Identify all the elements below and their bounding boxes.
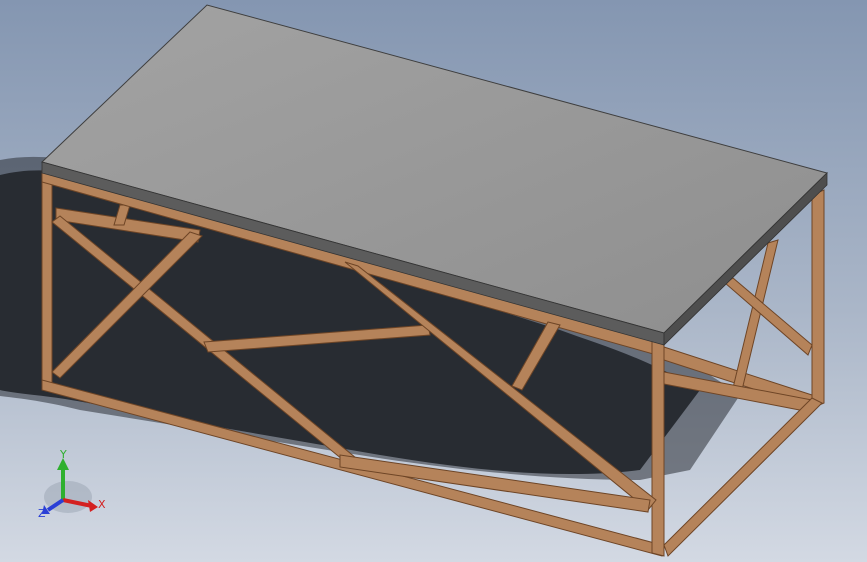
x-axis-label: X bbox=[98, 498, 106, 511]
model-view[interactable]: Y X Z bbox=[0, 0, 867, 562]
y-axis-label: Y bbox=[59, 448, 67, 461]
graphics-viewport[interactable]: Y X Z bbox=[0, 0, 867, 562]
z-axis-label: Z bbox=[38, 507, 46, 520]
